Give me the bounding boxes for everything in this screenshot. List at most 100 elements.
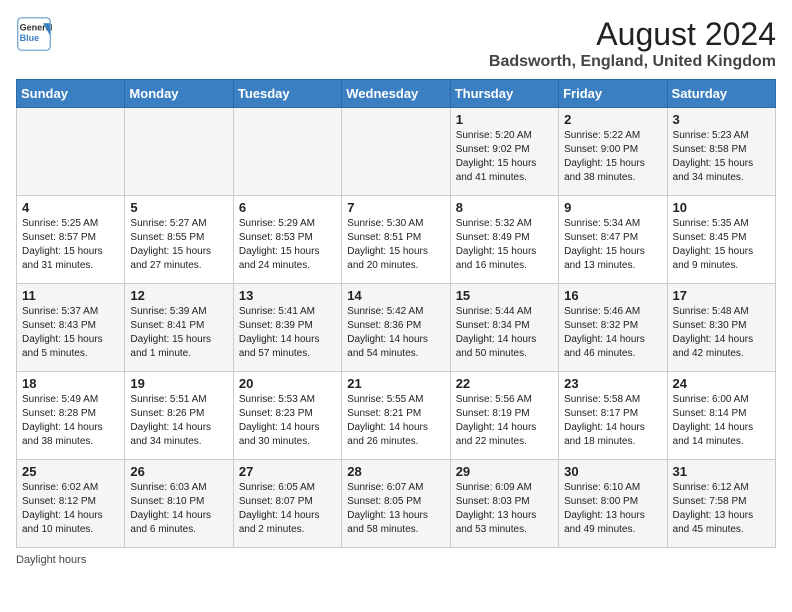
day-info: Sunrise: 5:37 AM Sunset: 8:43 PM Dayligh… [22, 305, 119, 361]
day-number: 20 [239, 376, 336, 391]
calendar-week-row: 4Sunrise: 5:25 AM Sunset: 8:57 PM Daylig… [17, 196, 776, 284]
calendar-cell: 25Sunrise: 6:02 AM Sunset: 8:12 PM Dayli… [17, 460, 125, 548]
footer: Daylight hours [16, 554, 776, 566]
calendar-cell: 26 Sunrise: 6:03 AM Sunset: 8:10 PM Dayli… [125, 460, 233, 548]
calendar-cell: 24 Sunrise: 6:00 AM Sunset: 8:14 PM Dayli… [667, 372, 775, 460]
day-info: Sunrise: 5:23 AM Sunset: 8:58 PM Dayligh… [673, 129, 770, 185]
day-info: Sunrise: 5:32 AM Sunset: 8:49 PM Dayligh… [456, 217, 553, 273]
calendar-cell: 17Sunrise: 5:48 AM Sunset: 8:30 PM Dayli… [667, 284, 775, 372]
calendar-cell: 6 Sunrise: 5:29 AM Sunset: 8:53 PM Daylig… [233, 196, 341, 284]
day-info: Sunrise: 6:10 AM Sunset: 8:00 PM Dayligh… [564, 481, 661, 537]
day-info: Sunrise: 5:44 AM Sunset: 8:34 PM Dayligh… [456, 305, 553, 361]
calendar-cell: 27Sunrise: 6:05 AM Sunset: 8:07 PM Dayli… [233, 460, 341, 548]
calendar-body: 1 Sunrise: 5:20 AM Sunset: 9:02 PM Daylig… [17, 108, 776, 548]
day-info: Sunrise: 6:05 AM Sunset: 8:07 PM Dayligh… [239, 481, 336, 537]
calendar-cell: 28 Sunrise: 6:07 AM Sunset: 8:05 PM Dayli… [342, 460, 450, 548]
day-info: Sunrise: 5:51 AM Sunset: 8:26 PM Dayligh… [130, 393, 227, 449]
calendar-cell: 2Sunrise: 5:22 AM Sunset: 9:00 PM Daylig… [559, 108, 667, 196]
day-number: 22 [456, 376, 553, 391]
calendar-cell [17, 108, 125, 196]
calendar-cell: 31 Sunrise: 6:12 AM Sunset: 7:58 PM Dayli… [667, 460, 775, 548]
day-info: Sunrise: 5:20 AM Sunset: 9:02 PM Dayligh… [456, 129, 553, 185]
day-number: 6 [239, 200, 336, 215]
day-info: Sunrise: 5:58 AM Sunset: 8:17 PM Dayligh… [564, 393, 661, 449]
calendar-cell: 14Sunrise: 5:42 AM Sunset: 8:36 PM Dayli… [342, 284, 450, 372]
day-of-week-header: Sunday [17, 80, 125, 108]
day-info: Sunrise: 5:41 AM Sunset: 8:39 PM Dayligh… [239, 305, 336, 361]
day-info: Sunrise: 5:46 AM Sunset: 8:32 PM Dayligh… [564, 305, 661, 361]
location-subtitle: Badsworth, England, United Kingdom [489, 53, 776, 71]
day-info: Sunrise: 6:12 AM Sunset: 7:58 PM Dayligh… [673, 481, 770, 537]
calendar-cell: 3 Sunrise: 5:23 AM Sunset: 8:58 PM Daylig… [667, 108, 775, 196]
day-info: Sunrise: 5:53 AM Sunset: 8:23 PM Dayligh… [239, 393, 336, 449]
calendar-cell: 10Sunrise: 5:35 AM Sunset: 8:45 PM Dayli… [667, 196, 775, 284]
day-info: Sunrise: 6:03 AM Sunset: 8:10 PM Dayligh… [130, 481, 227, 537]
calendar-cell [233, 108, 341, 196]
day-number: 4 [22, 200, 119, 215]
day-number: 1 [456, 112, 553, 127]
day-number: 29 [456, 464, 553, 479]
calendar-cell: 23 Sunrise: 5:58 AM Sunset: 8:17 PM Dayli… [559, 372, 667, 460]
day-number: 30 [564, 464, 661, 479]
calendar-cell: 4Sunrise: 5:25 AM Sunset: 8:57 PM Daylig… [17, 196, 125, 284]
day-info: Sunrise: 5:27 AM Sunset: 8:55 PM Dayligh… [130, 217, 227, 273]
calendar-cell: 8 Sunrise: 5:32 AM Sunset: 8:49 PM Daylig… [450, 196, 558, 284]
day-info: Sunrise: 6:09 AM Sunset: 8:03 PM Dayligh… [456, 481, 553, 537]
day-number: 31 [673, 464, 770, 479]
calendar-cell: 19 Sunrise: 5:51 AM Sunset: 8:26 PM Dayli… [125, 372, 233, 460]
day-info: Sunrise: 5:39 AM Sunset: 8:41 PM Dayligh… [130, 305, 227, 361]
day-number: 19 [130, 376, 227, 391]
month-year-title: August 2024 [489, 16, 776, 53]
day-number: 16 [564, 288, 661, 303]
calendar-cell: 22Sunrise: 5:56 AM Sunset: 8:19 PM Dayli… [450, 372, 558, 460]
day-info: Sunrise: 5:22 AM Sunset: 9:00 PM Dayligh… [564, 129, 661, 185]
day-of-week-header: Thursday [450, 80, 558, 108]
day-info: Sunrise: 5:30 AM Sunset: 8:51 PM Dayligh… [347, 217, 444, 273]
calendar-cell: 1 Sunrise: 5:20 AM Sunset: 9:02 PM Daylig… [450, 108, 558, 196]
day-info: Sunrise: 5:29 AM Sunset: 8:53 PM Dayligh… [239, 217, 336, 273]
day-number: 5 [130, 200, 227, 215]
daylight-label: Daylight hours [16, 554, 86, 566]
day-of-week-header: Wednesday [342, 80, 450, 108]
day-number: 13 [239, 288, 336, 303]
day-of-week-header: Saturday [667, 80, 775, 108]
calendar-cell: 21Sunrise: 5:55 AM Sunset: 8:21 PM Dayli… [342, 372, 450, 460]
day-info: Sunrise: 6:00 AM Sunset: 8:14 PM Dayligh… [673, 393, 770, 449]
day-number: 23 [564, 376, 661, 391]
day-number: 18 [22, 376, 119, 391]
calendar-cell: 7 Sunrise: 5:30 AM Sunset: 8:51 PM Daylig… [342, 196, 450, 284]
calendar-header: SundayMondayTuesdayWednesdayThursdayFrid… [17, 80, 776, 108]
calendar-cell: 11 Sunrise: 5:37 AM Sunset: 8:43 PM Dayli… [17, 284, 125, 372]
day-number: 28 [347, 464, 444, 479]
day-info: Sunrise: 6:07 AM Sunset: 8:05 PM Dayligh… [347, 481, 444, 537]
day-number: 26 [130, 464, 227, 479]
day-number: 10 [673, 200, 770, 215]
day-of-week-header: Tuesday [233, 80, 341, 108]
day-info: Sunrise: 5:48 AM Sunset: 8:30 PM Dayligh… [673, 305, 770, 361]
day-number: 25 [22, 464, 119, 479]
calendar-cell: 18Sunrise: 5:49 AM Sunset: 8:28 PM Dayli… [17, 372, 125, 460]
calendar-cell [125, 108, 233, 196]
calendar-table: SundayMondayTuesdayWednesdayThursdayFrid… [16, 79, 776, 548]
calendar-cell: 29 Sunrise: 6:09 AM Sunset: 8:03 PM Dayli… [450, 460, 558, 548]
day-number: 24 [673, 376, 770, 391]
day-number: 12 [130, 288, 227, 303]
calendar-cell: 13 Sunrise: 5:41 AM Sunset: 8:39 PM Dayli… [233, 284, 341, 372]
calendar-cell: 20 Sunrise: 5:53 AM Sunset: 8:23 PM Dayli… [233, 372, 341, 460]
page-header: General Blue August 2024 Badsworth, Engl… [16, 16, 776, 71]
day-of-week-header: Monday [125, 80, 233, 108]
day-number: 11 [22, 288, 119, 303]
calendar-cell: 9 Sunrise: 5:34 AM Sunset: 8:47 PM Daylig… [559, 196, 667, 284]
title-block: August 2024 Badsworth, England, United K… [489, 16, 776, 71]
day-number: 9 [564, 200, 661, 215]
day-number: 3 [673, 112, 770, 127]
svg-text:Blue: Blue [20, 33, 40, 43]
day-number: 8 [456, 200, 553, 215]
logo-icon: General Blue [16, 16, 52, 52]
day-number: 7 [347, 200, 444, 215]
day-number: 21 [347, 376, 444, 391]
day-of-week-header: Friday [559, 80, 667, 108]
calendar-week-row: 11 Sunrise: 5:37 AM Sunset: 8:43 PM Dayli… [17, 284, 776, 372]
calendar-cell: 12 Sunrise: 5:39 AM Sunset: 8:41 PM Dayli… [125, 284, 233, 372]
day-info: Sunrise: 5:34 AM Sunset: 8:47 PM Dayligh… [564, 217, 661, 273]
